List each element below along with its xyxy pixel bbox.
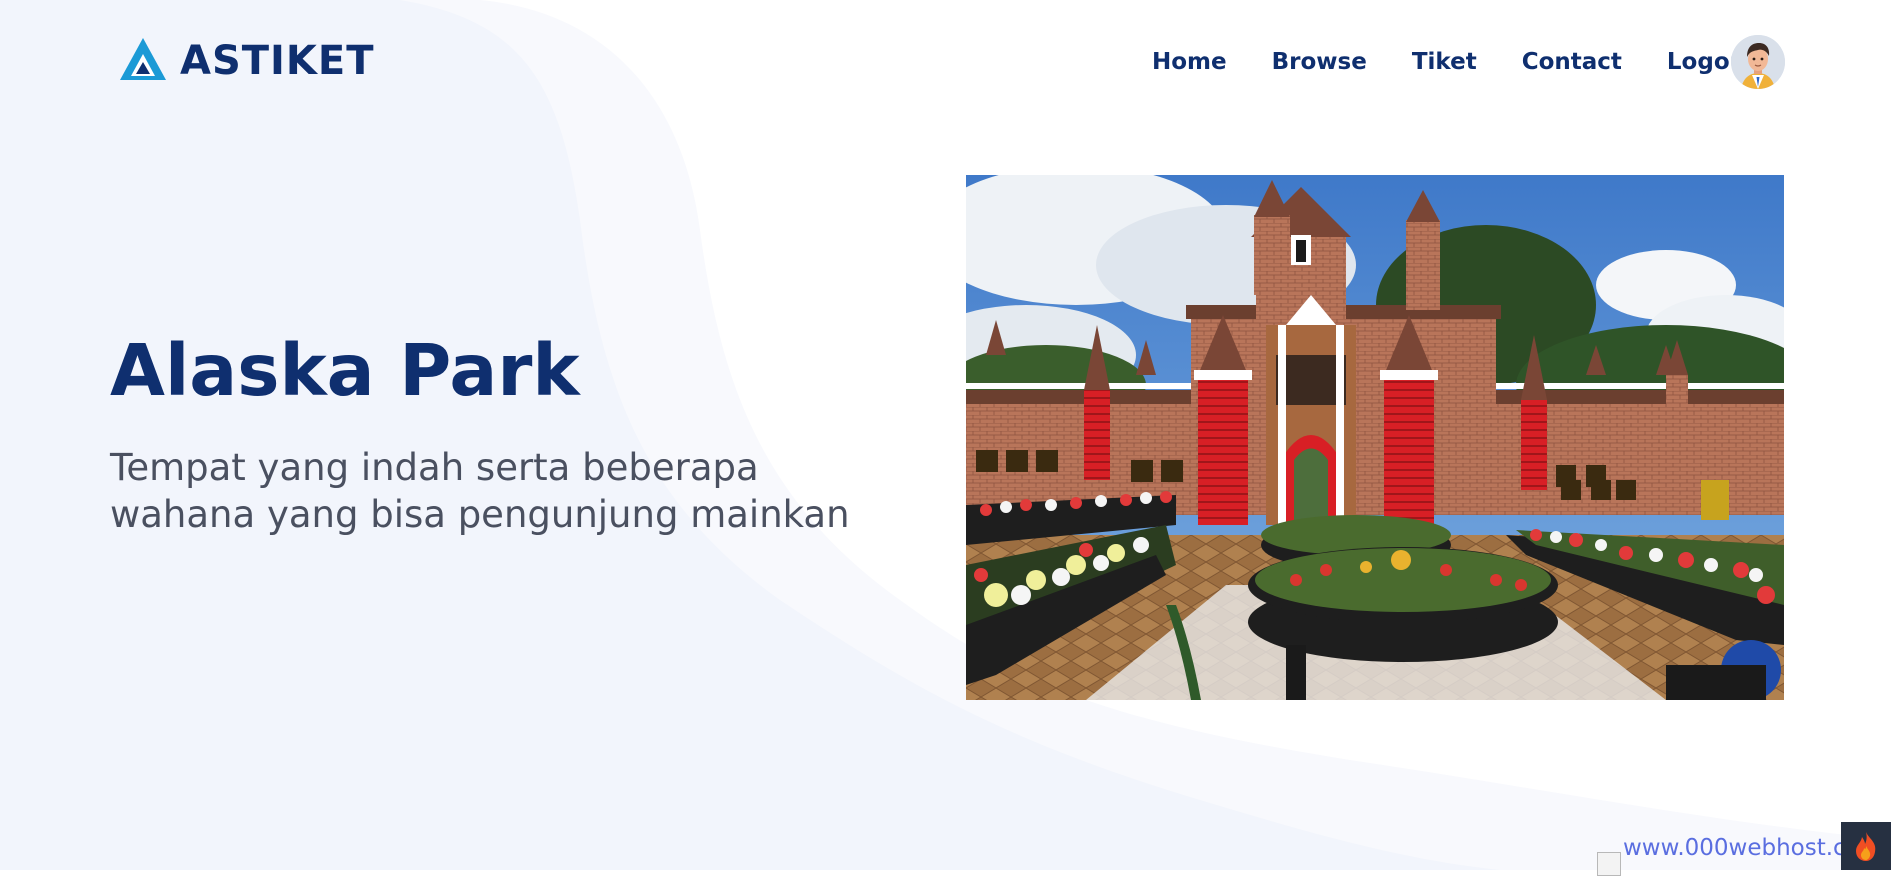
brand-name: ASTIKET xyxy=(180,38,375,84)
nav-browse-link[interactable]: Browse xyxy=(1272,49,1367,75)
nav-links: Home Browse Tiket Contact Logout xyxy=(1152,34,1757,90)
user-avatar-icon[interactable] xyxy=(1731,35,1785,89)
host-banner[interactable]: www.000webhost.com xyxy=(1597,835,1882,876)
broken-image-icon xyxy=(1597,852,1621,876)
nav-tiket-link[interactable]: Tiket xyxy=(1412,49,1477,75)
hero-description: Tempat yang indah serta beberapa wahana … xyxy=(110,446,850,536)
triangle-logo-icon xyxy=(118,36,168,86)
hero-title: Alaska Park xyxy=(110,329,580,412)
castle-park-photo xyxy=(966,175,1784,700)
flame-icon[interactable] xyxy=(1841,822,1891,870)
brand-logo[interactable]: ASTIKET xyxy=(118,36,375,86)
nav-contact-link[interactable]: Contact xyxy=(1522,49,1622,75)
top-navbar: ASTIKET Home Browse Tiket Contact Logout xyxy=(0,0,1891,125)
nav-home-link[interactable]: Home xyxy=(1152,49,1227,75)
